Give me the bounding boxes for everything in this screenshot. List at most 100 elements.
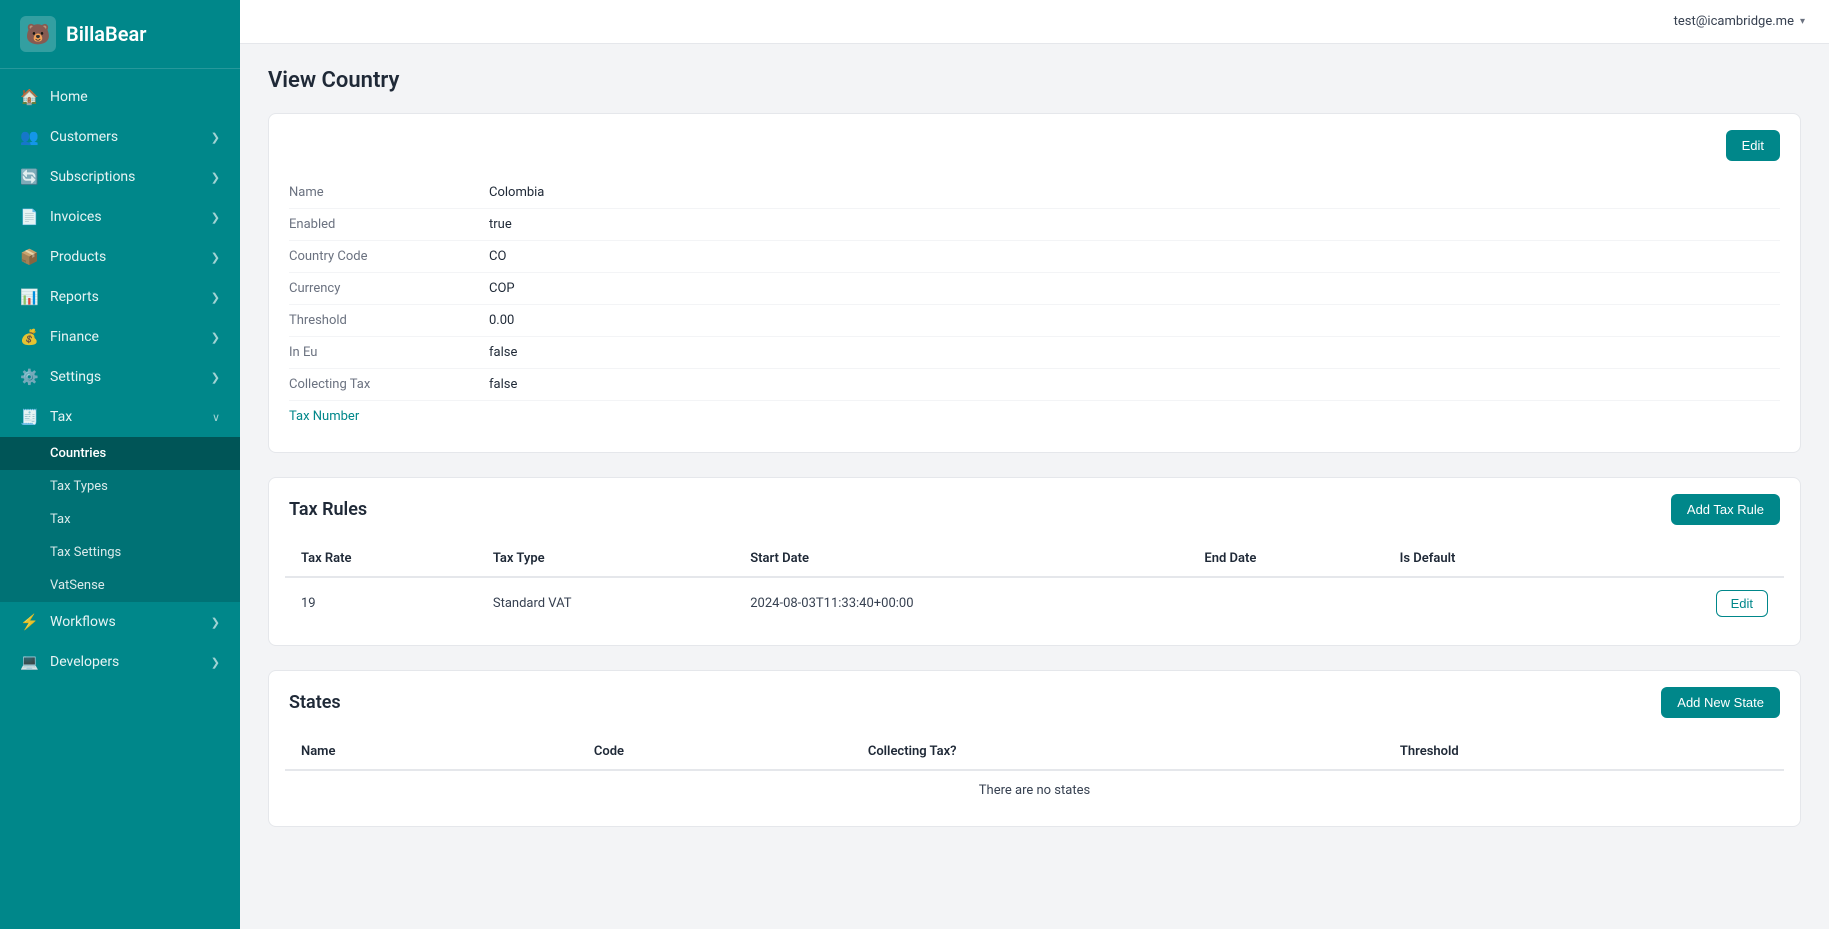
sidebar-item-products[interactable]: 📦 Products ❯ xyxy=(0,237,240,277)
tax-rules-card: Tax Rules Add Tax Rule Tax Rate Tax Type… xyxy=(268,477,1801,646)
sidebar-label-customers: Customers xyxy=(50,129,199,145)
states-header: States Add New State xyxy=(269,671,1800,734)
country-info-card: Edit Name Colombia Enabled true Country … xyxy=(268,113,1801,453)
app-name: BillaBear xyxy=(66,22,146,46)
sidebar-item-countries[interactable]: Countries xyxy=(0,437,240,470)
sidebar-label-settings: Settings xyxy=(50,369,199,385)
sidebar-item-invoices[interactable]: 📄 Invoices ❯ xyxy=(0,197,240,237)
subscriptions-icon: 🔄 xyxy=(20,168,38,186)
user-chevron-icon: ▾ xyxy=(1800,16,1805,27)
customers-icon: 👥 xyxy=(20,128,38,146)
currency-value: COP xyxy=(489,281,1780,296)
topbar: test@icambridge.me ▾ xyxy=(240,0,1829,44)
sidebar-label-developers: Developers xyxy=(50,654,199,670)
info-row-name: Name Colombia xyxy=(289,177,1780,209)
col-actions xyxy=(1588,541,1784,577)
info-row-collecting-tax: Collecting Tax false xyxy=(289,369,1780,401)
page-content: View Country Edit Name Colombia Enabled … xyxy=(240,44,1829,929)
states-card: States Add New State Name Code Collectin… xyxy=(268,670,1801,827)
tax-rules-table-wrapper: Tax Rate Tax Type Start Date End Date Is… xyxy=(269,541,1800,645)
edit-tax-rule-button[interactable]: Edit xyxy=(1716,590,1768,617)
sidebar-item-reports[interactable]: 📊 Reports ❯ xyxy=(0,277,240,317)
chevron-right-icon: ❯ xyxy=(211,616,220,629)
cell-tax-rate: 19 xyxy=(285,577,477,629)
logo-icon: 🐻 xyxy=(20,16,56,52)
states-table: Name Code Collecting Tax? Threshold Ther… xyxy=(285,734,1784,810)
col-tax-rate: Tax Rate xyxy=(285,541,477,577)
sidebar-item-tax-types[interactable]: Tax Types xyxy=(0,470,240,503)
sidebar-label-subscriptions: Subscriptions xyxy=(50,169,199,185)
enabled-value: true xyxy=(489,217,1780,232)
sidebar-item-customers[interactable]: 👥 Customers ❯ xyxy=(0,117,240,157)
threshold-value: 0.00 xyxy=(489,313,1780,328)
sidebar-item-subscriptions[interactable]: 🔄 Subscriptions ❯ xyxy=(0,157,240,197)
products-icon: 📦 xyxy=(20,248,38,266)
page-title: View Country xyxy=(268,68,1801,93)
chevron-right-icon: ❯ xyxy=(211,131,220,144)
states-empty-message: There are no states xyxy=(285,770,1784,810)
sidebar-label-invoices: Invoices xyxy=(50,209,199,225)
col-state-code: Code xyxy=(578,734,852,770)
reports-icon: 📊 xyxy=(20,288,38,306)
sidebar-logo[interactable]: 🐻 BillaBear xyxy=(0,0,240,69)
in-eu-value: false xyxy=(489,345,1780,360)
settings-icon: ⚙️ xyxy=(20,368,38,386)
developers-icon: 💻 xyxy=(20,653,38,671)
info-row-tax-number: Tax Number xyxy=(289,401,1780,432)
sidebar-item-tax-settings[interactable]: Tax Settings xyxy=(0,536,240,569)
sidebar-item-finance[interactable]: 💰 Finance ❯ xyxy=(0,317,240,357)
edit-country-button[interactable]: Edit xyxy=(1726,130,1780,161)
country-code-label: Country Code xyxy=(289,249,489,264)
in-eu-label: In Eu xyxy=(289,345,489,360)
col-collecting-tax: Collecting Tax? xyxy=(852,734,1384,770)
cell-end-date xyxy=(1188,577,1383,629)
workflows-icon: ⚡ xyxy=(20,613,38,631)
name-label: Name xyxy=(289,185,489,200)
user-menu[interactable]: test@icambridge.me ▾ xyxy=(1674,14,1805,29)
main-content: test@icambridge.me ▾ View Country Edit N… xyxy=(240,0,1829,929)
country-info-table: Name Colombia Enabled true Country Code … xyxy=(289,177,1780,432)
sidebar-item-tax[interactable]: 🧾 Tax ∨ xyxy=(0,397,240,437)
sidebar-item-developers[interactable]: 💻 Developers ❯ xyxy=(0,642,240,682)
info-row-threshold: Threshold 0.00 xyxy=(289,305,1780,337)
tax-rules-title: Tax Rules xyxy=(289,499,367,520)
country-card-header: Edit xyxy=(269,114,1800,177)
country-card-body: Name Colombia Enabled true Country Code … xyxy=(269,177,1800,452)
states-title: States xyxy=(289,692,341,713)
sidebar-item-tax[interactable]: Tax xyxy=(0,503,240,536)
chevron-right-icon: ❯ xyxy=(211,251,220,264)
states-empty-row: There are no states xyxy=(285,770,1784,810)
info-row-enabled: Enabled true xyxy=(289,209,1780,241)
info-row-currency: Currency COP xyxy=(289,273,1780,305)
sidebar-item-home[interactable]: 🏠 Home xyxy=(0,77,240,117)
sidebar-nav: 🏠 Home 👥 Customers ❯ 🔄 Subscriptions ❯ 📄… xyxy=(0,69,240,929)
user-email: test@icambridge.me xyxy=(1674,14,1794,29)
collecting-tax-label: Collecting Tax xyxy=(289,377,489,392)
sidebar-label-workflows: Workflows xyxy=(50,614,199,630)
cell-is-default xyxy=(1384,577,1588,629)
col-end-date: End Date xyxy=(1188,541,1383,577)
sidebar-label-tax: Tax xyxy=(50,409,200,425)
enabled-label: Enabled xyxy=(289,217,489,232)
table-row: 19 Standard VAT 2024-08-03T11:33:40+00:0… xyxy=(285,577,1784,629)
tax-submenu: Countries Tax Types Tax Tax Settings Vat… xyxy=(0,437,240,602)
sidebar-item-vatsense[interactable]: VatSense xyxy=(0,569,240,602)
sidebar-item-workflows[interactable]: ⚡ Workflows ❯ xyxy=(0,602,240,642)
col-state-threshold: Threshold xyxy=(1384,734,1784,770)
add-tax-rule-button[interactable]: Add Tax Rule xyxy=(1671,494,1780,525)
col-start-date: Start Date xyxy=(734,541,1188,577)
name-value: Colombia xyxy=(489,185,1780,200)
cell-row-actions: Edit xyxy=(1588,577,1784,629)
sidebar-item-settings[interactable]: ⚙️ Settings ❯ xyxy=(0,357,240,397)
sidebar-label-reports: Reports xyxy=(50,289,199,305)
finance-icon: 💰 xyxy=(20,328,38,346)
collecting-tax-value: false xyxy=(489,377,1780,392)
country-code-value: CO xyxy=(489,249,1780,264)
chevron-right-icon: ❯ xyxy=(211,656,220,669)
currency-label: Currency xyxy=(289,281,489,296)
states-table-wrapper: Name Code Collecting Tax? Threshold Ther… xyxy=(269,734,1800,826)
sidebar: 🐻 BillaBear 🏠 Home 👥 Customers ❯ 🔄 Subsc… xyxy=(0,0,240,929)
add-new-state-button[interactable]: Add New State xyxy=(1661,687,1780,718)
cell-start-date: 2024-08-03T11:33:40+00:00 xyxy=(734,577,1188,629)
col-tax-type: Tax Type xyxy=(477,541,734,577)
